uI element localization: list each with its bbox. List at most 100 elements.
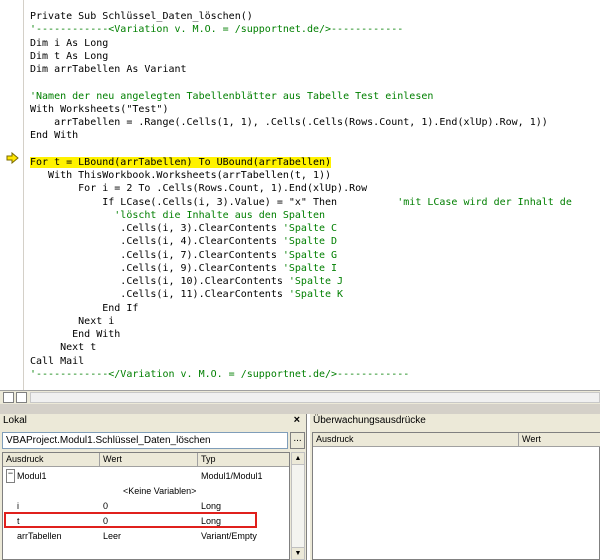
- code-line-text: For t = LBound(arrTabellen) To UBound(ar…: [30, 156, 332, 168]
- code-line[interactable]: End With: [30, 129, 600, 142]
- full-module-view-button[interactable]: [16, 392, 27, 403]
- column-header-type[interactable]: Typ: [198, 453, 289, 467]
- locals-cell-type: Modul1/Modul1: [201, 471, 263, 481]
- code-window-footer: [0, 390, 600, 404]
- locals-cell-value: [103, 469, 197, 483]
- code-line-text: .Cells(i, 7).ClearContents: [30, 249, 277, 261]
- code-line[interactable]: Next t: [30, 341, 600, 354]
- code-line[interactable]: For t = LBound(arrTabellen) To UBound(ar…: [30, 156, 600, 169]
- locals-row[interactable]: <Keine Variablen>: [3, 484, 289, 498]
- code-line-text: End With: [30, 329, 121, 340]
- locals-cell-type: Variant/Empty: [201, 531, 257, 541]
- code-line-text: Next t: [30, 342, 97, 354]
- locals-cell-type: [201, 484, 289, 498]
- locals-title: Lokal: [3, 415, 27, 426]
- locals-cell-expression: i: [17, 501, 19, 511]
- code-line[interactable]: [30, 76, 600, 89]
- locals-grid-header: Ausdruck Wert Typ: [3, 453, 289, 467]
- code-line[interactable]: Dim arrTabellen As Variant: [30, 63, 600, 76]
- code-line[interactable]: .Cells(i, 7).ClearContents 'Spalte G: [30, 249, 600, 262]
- locals-cell-type: Long: [201, 501, 222, 511]
- code-window[interactable]: Private Sub Schlüssel_Daten_löschen() '--…: [0, 0, 600, 390]
- code-line[interactable]: Next i: [30, 315, 600, 328]
- locals-row[interactable]: arrTabellen Leer Variant/Empty: [3, 529, 289, 543]
- code-line-text: For i = 2 To .Cells(Rows.Count, 1).End(x…: [30, 183, 368, 195]
- code-line-comment: 'Spalte I: [276, 262, 338, 274]
- code-line-text: 'Namen der neu angelegten Tabellenblätte…: [30, 90, 434, 102]
- code-line[interactable]: With Worksheets("Test"): [30, 103, 600, 116]
- code-line[interactable]: arrTabellen = .Range(.Cells(1, 1), .Cell…: [30, 116, 600, 129]
- code-line[interactable]: '------------</Variation v. M.O. = /supp…: [30, 368, 600, 381]
- code-line-comment: 'Spalte K: [282, 289, 344, 301]
- watch-grid[interactable]: Ausdruck Wert: [312, 432, 600, 560]
- watch-title: Überwachungsausdrücke: [313, 415, 426, 426]
- code-line[interactable]: .Cells(i, 4).ClearContents 'Spalte D: [30, 235, 600, 248]
- procedure-view-button[interactable]: [3, 392, 14, 403]
- watch-column-value[interactable]: Wert: [519, 433, 600, 447]
- code-line-text: '------------</Variation v. M.O. = /supp…: [30, 368, 410, 380]
- code-line-text: Dim i As Long: [30, 37, 109, 49]
- code-line-text: Dim arrTabellen As Variant: [30, 64, 187, 75]
- code-editor[interactable]: Private Sub Schlüssel_Daten_löschen() '--…: [30, 10, 600, 381]
- code-line[interactable]: .Cells(i, 9).ClearContents 'Spalte I: [30, 262, 600, 275]
- code-line-comment: 'Spalte C: [276, 223, 338, 234]
- code-line[interactable]: If LCase(.Cells(i, 3).Value) = "x" Then …: [30, 196, 600, 209]
- scroll-up-icon[interactable]: ▲: [292, 453, 304, 465]
- code-line-text: End If: [30, 302, 139, 314]
- annotation-highlight-box: [4, 512, 257, 528]
- code-line-text: With Worksheets("Test"): [30, 103, 169, 115]
- column-header-expression[interactable]: Ausdruck: [3, 453, 100, 467]
- code-line-text: .Cells(i, 10).ClearContents: [30, 276, 283, 287]
- code-line-text: .Cells(i, 4).ClearContents: [30, 236, 277, 248]
- code-line[interactable]: For i = 2 To .Cells(Rows.Count, 1).End(x…: [30, 182, 600, 195]
- code-line-text: Call Mail: [30, 355, 85, 367]
- execution-point-arrow-icon: [6, 152, 19, 164]
- code-line-text: With ThisWorkbook.Worksheets(arrTabellen…: [30, 170, 332, 181]
- locals-cell-expression: [17, 484, 99, 498]
- call-stack-button[interactable]: ...: [290, 432, 305, 449]
- watch-column-expression[interactable]: Ausdruck: [313, 433, 519, 447]
- locals-cell-value: Leer: [103, 531, 122, 541]
- code-line-text: If LCase(.Cells(i, 3).Value) = "x" Then: [30, 196, 338, 208]
- locals-cell-expression: Modul1: [17, 471, 47, 481]
- code-line[interactable]: Dim i As Long: [30, 37, 600, 50]
- locals-row[interactable]: − Modul1 Modul1/Modul1: [3, 469, 289, 483]
- code-line[interactable]: End If: [30, 302, 600, 315]
- scroll-down-icon[interactable]: ▼: [292, 547, 304, 559]
- code-line-comment: 'Spalte G: [276, 249, 338, 261]
- code-line[interactable]: Private Sub Schlüssel_Daten_löschen(): [30, 10, 600, 23]
- locals-grid: Ausdruck Wert Typ − Modul1 Modul1/Modul1 <K…: [2, 452, 290, 560]
- locals-cell-value: 0: [103, 501, 109, 511]
- code-line[interactable]: '------------<Variation v. M.O. = /suppo…: [30, 23, 600, 36]
- code-line-text: Next i: [30, 315, 115, 327]
- code-line-comment: 'mit LCase wird der Inhalt de: [337, 196, 572, 208]
- code-line-text: End With: [30, 130, 79, 142]
- code-line-text: arrTabellen = .Range(.Cells(1, 1), .Cell…: [30, 117, 548, 128]
- code-line[interactable]: .Cells(i, 10).ClearContents 'Spalte J: [30, 275, 600, 288]
- locals-close-button[interactable]: ×: [294, 414, 300, 426]
- locals-row[interactable]: i 0 Long: [3, 499, 289, 513]
- code-line-comment: 'Spalte J: [282, 276, 344, 287]
- locals-vertical-scrollbar[interactable]: ▲ ▼: [291, 452, 305, 560]
- pane-splitter[interactable]: [0, 404, 600, 414]
- column-header-value[interactable]: Wert: [100, 453, 198, 467]
- code-line[interactable]: .Cells(i, 11).ClearContents 'Spalte K: [30, 288, 600, 301]
- code-line[interactable]: [30, 143, 600, 156]
- code-line[interactable]: Dim t As Long: [30, 50, 600, 63]
- code-line[interactable]: 'Namen der neu angelegten Tabellenblätte…: [30, 90, 600, 103]
- code-line[interactable]: Call Mail: [30, 355, 600, 368]
- code-line[interactable]: 'löscht die Inhalte aus den Spalten: [30, 209, 600, 222]
- code-line-text: '------------<Variation v. M.O. = /suppo…: [30, 24, 404, 36]
- code-line[interactable]: .Cells(i, 3).ClearContents 'Spalte C: [30, 222, 600, 235]
- code-line[interactable]: End With: [30, 328, 600, 341]
- code-line-comment: 'Spalte D: [276, 236, 338, 248]
- code-line-text: 'löscht die Inhalte aus den Spalten: [30, 209, 326, 221]
- code-line-text: Private Sub Schlüssel_Daten_löschen(): [30, 11, 253, 22]
- code-line-text: Dim t As Long: [30, 50, 109, 62]
- code-line-text: .Cells(i, 11).ClearContents: [30, 289, 283, 301]
- collapse-icon[interactable]: −: [6, 469, 15, 483]
- horizontal-scrollbar[interactable]: [30, 392, 600, 403]
- code-gutter[interactable]: [0, 0, 24, 390]
- code-line[interactable]: With ThisWorkbook.Worksheets(arrTabellen…: [30, 169, 600, 182]
- locals-context-field: VBAProject.Modul1.Schlüssel_Daten_lösche…: [2, 432, 288, 449]
